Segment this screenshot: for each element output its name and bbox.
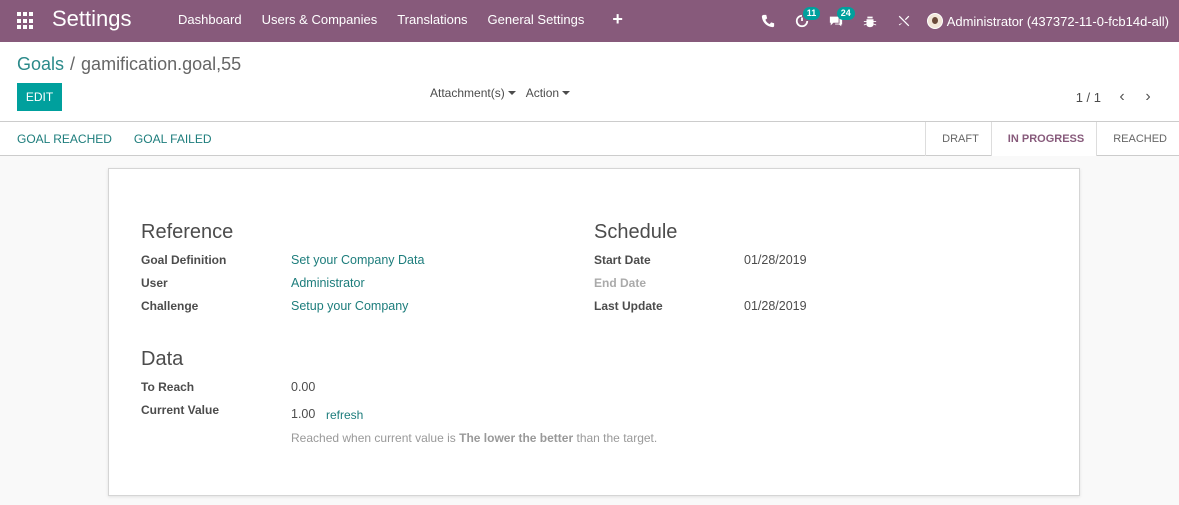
last-update-value: 01/28/2019: [744, 299, 807, 313]
help-prefix: Reached when current value is: [291, 431, 456, 445]
breadcrumb-current: gamification.goal,55: [81, 54, 242, 74]
challenge-link[interactable]: Setup your Company: [291, 299, 408, 313]
refresh-button[interactable]: refresh: [326, 408, 363, 422]
caret-down-icon: [562, 91, 571, 95]
avatar: [926, 13, 943, 29]
goal-help-text: Reached when current value is The lower …: [291, 431, 657, 445]
top-navbar: Settings Dashboard Users & Companies Tra…: [0, 0, 1179, 42]
pager: 1 / 1 ‹ ›: [1076, 88, 1161, 106]
stage-in-progress[interactable]: IN PROGRESS: [990, 122, 1097, 156]
form-sheet: Reference Goal Definition Set your Compa…: [108, 168, 1080, 496]
stage-draft[interactable]: DRAFT: [925, 122, 991, 156]
help-suffix: than the target.: [576, 431, 658, 445]
start-date-value: 01/28/2019: [744, 253, 807, 267]
app-title: Settings: [52, 6, 132, 31]
status-bar: GOAL REACHED GOAL FAILED DRAFT IN PROGRE…: [0, 122, 1179, 156]
action-label: Action: [525, 86, 560, 100]
action-dropdown[interactable]: Action: [525, 86, 571, 100]
attachments-label: Attachment(s): [430, 86, 505, 100]
breadcrumb-separator: /: [70, 54, 76, 74]
systray: 11 24 Administrator (437372-11-0-fcb14d-…: [751, 0, 1179, 42]
challenge-label: Challenge: [141, 299, 199, 313]
phone-icon[interactable]: [751, 0, 785, 42]
plus-icon[interactable]: +: [594, 0, 637, 42]
main-menu: Dashboard Users & Companies Translations…: [168, 0, 637, 42]
breadcrumb-goals-link[interactable]: Goals: [17, 54, 64, 74]
tools-close-icon[interactable]: [887, 0, 921, 42]
messages-icon[interactable]: 24: [819, 0, 855, 42]
user-menu[interactable]: Administrator (437372-11-0-fcb14d-all): [921, 13, 1179, 29]
activity-count-badge: 11: [802, 7, 821, 20]
menu-item-translations[interactable]: Translations: [387, 0, 477, 42]
goal-reached-button[interactable]: GOAL REACHED: [17, 132, 112, 146]
menu-item-general-settings[interactable]: General Settings: [478, 0, 595, 42]
debug-bug-icon[interactable]: [853, 0, 887, 42]
goal-definition-link[interactable]: Set your Company Data: [291, 253, 424, 267]
end-date-label: End Date: [594, 276, 647, 290]
reference-group-title: Reference: [141, 221, 234, 243]
caret-down-icon: [507, 91, 516, 95]
goal-failed-button[interactable]: GOAL FAILED: [134, 132, 212, 146]
edit-button[interactable]: EDIT: [17, 83, 62, 111]
stage-bar: DRAFT IN PROGRESS REACHED: [925, 122, 1179, 156]
to-reach-label: To Reach: [141, 380, 195, 394]
last-update-label: Last Update: [594, 299, 663, 313]
pager-next-icon[interactable]: ›: [1135, 88, 1161, 106]
start-date-label: Start Date: [594, 253, 651, 267]
status-buttons: GOAL REACHED GOAL FAILED: [17, 122, 212, 156]
data-group-title: Data: [141, 348, 184, 370]
to-reach-value: 0.00: [291, 380, 316, 394]
sidebar-actions: Attachment(s) Action: [430, 86, 571, 100]
help-condition: The lower the better: [459, 431, 574, 445]
current-value: 1.00: [291, 407, 316, 421]
user-label: User: [141, 276, 168, 290]
user-name: Administrator (437372-11-0-fcb14d-all): [946, 13, 1169, 29]
pager-value[interactable]: 1 / 1: [1076, 90, 1101, 105]
control-panel: Goals / gamification.goal,55 EDIT Attachme…: [0, 42, 1179, 122]
menu-item-dashboard[interactable]: Dashboard: [168, 0, 252, 42]
current-value-label: Current Value: [141, 403, 220, 417]
activity-clock-icon[interactable]: 11: [785, 0, 821, 42]
menu-item-users-companies[interactable]: Users & Companies: [252, 0, 388, 42]
attachments-dropdown[interactable]: Attachment(s): [430, 86, 516, 100]
apps-menu-icon[interactable]: [17, 12, 35, 30]
goal-definition-label: Goal Definition: [141, 253, 227, 267]
breadcrumb: Goals / gamification.goal,55: [17, 54, 241, 75]
schedule-group-title: Schedule: [594, 221, 678, 243]
pager-previous-icon[interactable]: ‹: [1109, 88, 1135, 106]
user-link[interactable]: Administrator: [291, 276, 365, 290]
stage-reached[interactable]: REACHED: [1096, 122, 1179, 156]
